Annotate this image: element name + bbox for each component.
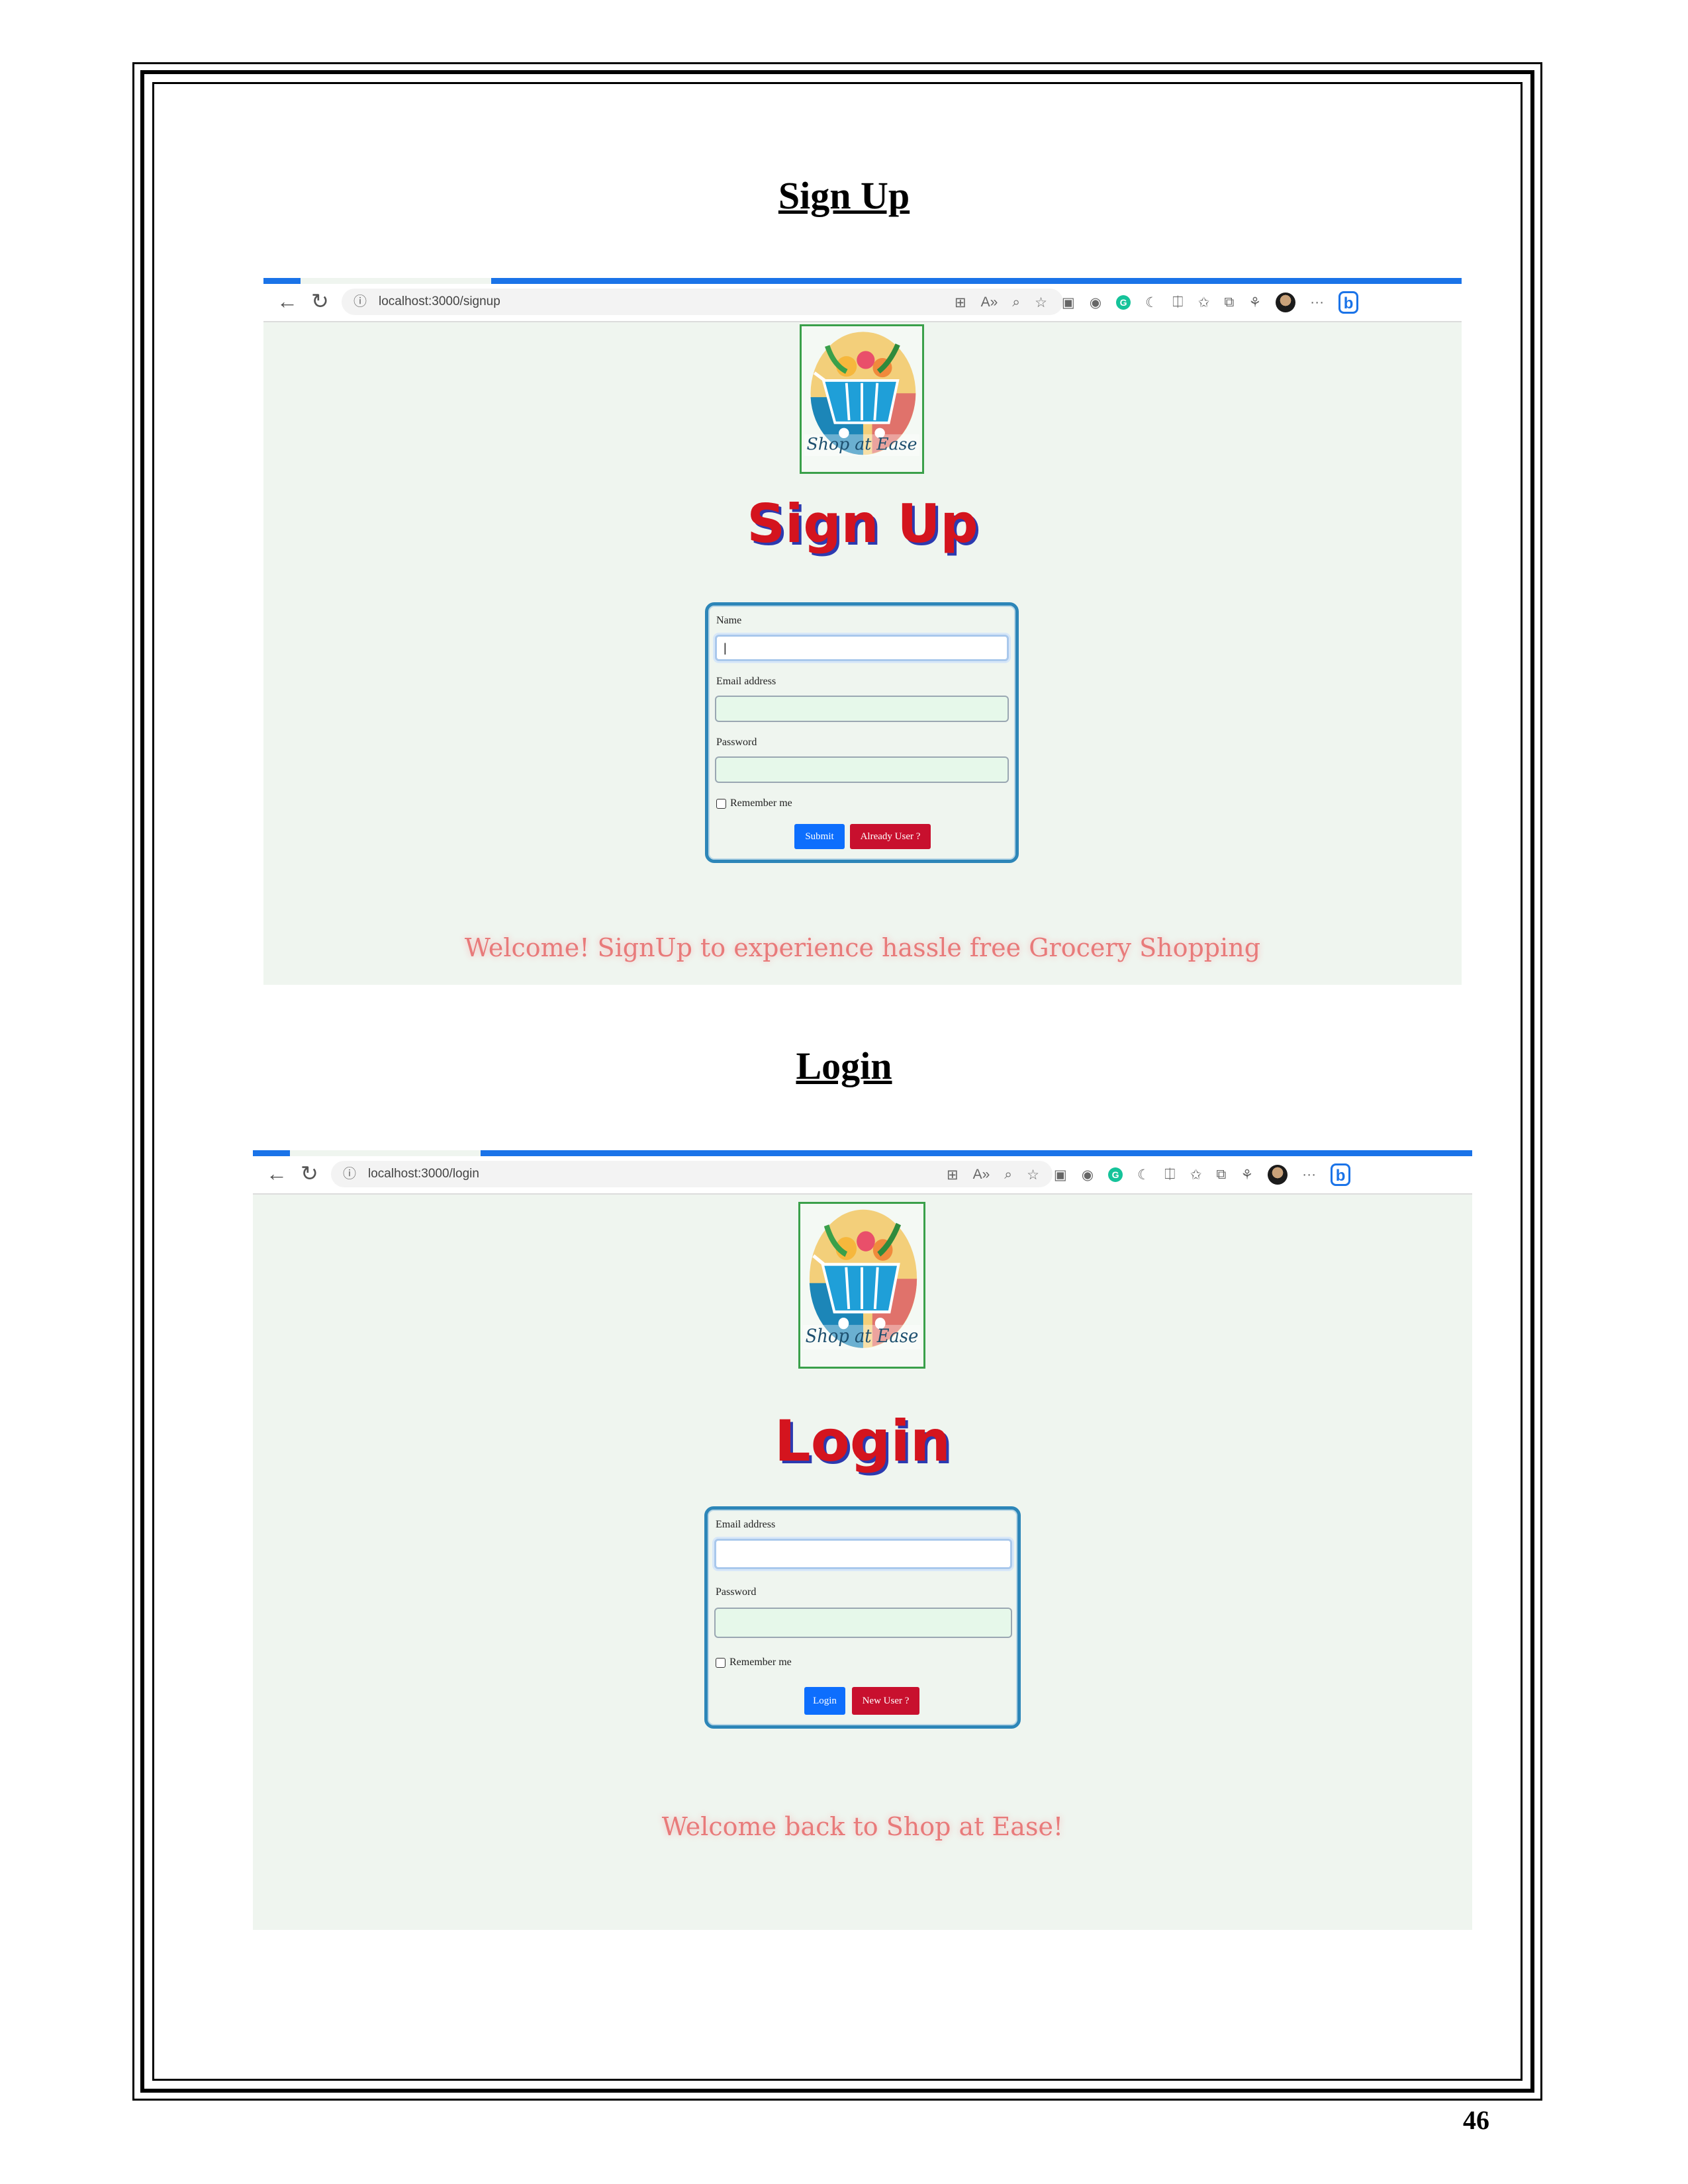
zoom-icon[interactable]: ⌕	[1012, 295, 1020, 310]
profile-avatar-icon[interactable]	[1268, 1165, 1288, 1185]
browser-toolbar: ← ↻ ⓘ localhost:3000/login ⊞ A» ⌕ ☆ ▣ ◉ …	[253, 1156, 1472, 1195]
back-arrow-icon[interactable]: ←	[266, 1160, 287, 1187]
remember-me-checkbox[interactable]	[716, 798, 726, 809]
toolbar-icons: ⊞ A» ⌕ ☆ ▣ ◉ G ☾ ⎅ ✩ ⧉ ⚘ ··· b	[955, 289, 1359, 316]
back-arrow-icon[interactable]: ←	[277, 288, 298, 314]
email-input[interactable]	[714, 1539, 1012, 1569]
grid-icon[interactable]: ⊞	[955, 295, 966, 311]
browser-screenshot-login: ← ↻ ⓘ localhost:3000/login ⊞ A» ⌕ ☆ ▣ ◉ …	[253, 1150, 1472, 1930]
favorites-icon[interactable]: ✩	[1190, 1167, 1202, 1183]
zoom-icon[interactable]: ⌕	[1004, 1167, 1012, 1183]
info-icon[interactable]: ⓘ	[353, 289, 367, 315]
grid-icon[interactable]: ⊞	[947, 1167, 959, 1183]
page-number: 46	[1463, 2105, 1489, 2135]
read-aloud-icon[interactable]: A»	[981, 295, 998, 310]
address-url: localhost:3000/login	[368, 1167, 479, 1181]
remember-me-checkbox[interactable]	[716, 1657, 726, 1668]
extension-icon[interactable]: ☾	[1137, 1167, 1150, 1183]
info-icon[interactable]: ⓘ	[343, 1161, 356, 1187]
browser-screenshot-signup: ← ↻ ⓘ localhost:3000/signup ⊞ A» ⌕ ☆ ▣ ◉…	[263, 278, 1462, 985]
grammarly-icon[interactable]: G	[1108, 1167, 1123, 1182]
refresh-icon[interactable]: ↻	[301, 1160, 318, 1187]
email-input[interactable]	[715, 696, 1009, 722]
loading-bar	[491, 278, 1462, 284]
remember-me: Remember me	[716, 1657, 792, 1668]
section-heading-login: Login	[796, 1044, 892, 1087]
more-icon[interactable]: ···	[1310, 295, 1324, 310]
login-welcome-text: Welcome back to Shop at Ease!	[661, 1812, 1064, 1841]
bing-icon[interactable]: b	[1331, 1163, 1351, 1186]
read-aloud-icon[interactable]: A»	[973, 1167, 990, 1183]
logo-wordmark: Shop at Ease	[807, 434, 917, 453]
password-label: Password	[716, 737, 757, 748]
collections-icon[interactable]: ⧉	[1216, 1167, 1226, 1183]
extension-icon[interactable]: ⚘	[1248, 295, 1261, 311]
extension-icon[interactable]: ◉	[1090, 295, 1102, 311]
shop-logo: Shop at Ease	[800, 324, 924, 474]
extension-icon[interactable]: ◉	[1082, 1167, 1094, 1183]
collections-icon[interactable]: ⧉	[1224, 295, 1234, 310]
address-url: localhost:3000/signup	[379, 295, 500, 308]
address-bar[interactable]: ⓘ localhost:3000/login	[331, 1161, 1053, 1187]
split-screen-icon[interactable]: ⎅	[1164, 1167, 1176, 1183]
submit-button[interactable]: Submit	[794, 824, 845, 849]
extension-icon[interactable]: ▣	[1054, 1167, 1067, 1183]
loading-bar	[481, 1150, 1472, 1156]
loading-bar	[263, 278, 301, 284]
logo-wordmark: Shop at Ease	[806, 1326, 919, 1347]
email-label: Email address	[716, 676, 776, 687]
shopping-cart-logo-icon: Shop at Ease	[804, 332, 920, 457]
grammarly-icon[interactable]: G	[1116, 295, 1131, 310]
toolbar-icons: ⊞ A» ⌕ ☆ ▣ ◉ G ☾ ⎅ ✩ ⧉ ⚘ ··· b	[947, 1161, 1351, 1188]
already-user-button[interactable]: Already User ?	[850, 824, 931, 849]
signup-title: Sign Up	[747, 493, 978, 555]
favorite-star-icon[interactable]: ☆	[1035, 295, 1047, 311]
section-heading-signup: Sign Up	[778, 174, 910, 217]
login-form: Email address Password Remember me Login…	[704, 1506, 1021, 1729]
profile-avatar-icon[interactable]	[1276, 293, 1296, 312]
new-user-button[interactable]: New User ?	[852, 1687, 919, 1715]
name-label: Name	[716, 615, 742, 626]
password-input[interactable]	[715, 756, 1009, 783]
browser-toolbar: ← ↻ ⓘ localhost:3000/signup ⊞ A» ⌕ ☆ ▣ ◉…	[263, 284, 1462, 322]
favorites-icon[interactable]: ✩	[1198, 295, 1210, 311]
split-screen-icon[interactable]: ⎅	[1172, 295, 1184, 310]
login-title: Login	[774, 1408, 951, 1475]
email-label: Email address	[716, 1519, 776, 1530]
shopping-cart-logo-icon: Shop at Ease	[802, 1209, 921, 1349]
signup-form: Name Email address Password Remember me …	[705, 602, 1019, 863]
remember-me-label: Remember me	[729, 1657, 792, 1668]
loading-bar	[253, 1150, 290, 1156]
remember-me: Remember me	[716, 797, 792, 809]
refresh-icon[interactable]: ↻	[311, 288, 329, 314]
more-icon[interactable]: ···	[1302, 1167, 1316, 1183]
password-label: Password	[716, 1586, 757, 1598]
extension-icon[interactable]: ⚘	[1241, 1167, 1253, 1183]
remember-me-label: Remember me	[730, 797, 792, 809]
favorite-star-icon[interactable]: ☆	[1027, 1167, 1039, 1183]
login-button[interactable]: Login	[804, 1687, 845, 1715]
extension-icon[interactable]: ☾	[1145, 295, 1158, 311]
name-input[interactable]	[715, 635, 1009, 661]
signup-welcome-text: Welcome! SignUp to experience hassle fre…	[464, 933, 1261, 962]
bing-icon[interactable]: b	[1338, 291, 1359, 314]
extension-icon[interactable]: ▣	[1062, 295, 1075, 311]
password-input[interactable]	[714, 1608, 1012, 1638]
shop-logo: Shop at Ease	[798, 1202, 925, 1369]
